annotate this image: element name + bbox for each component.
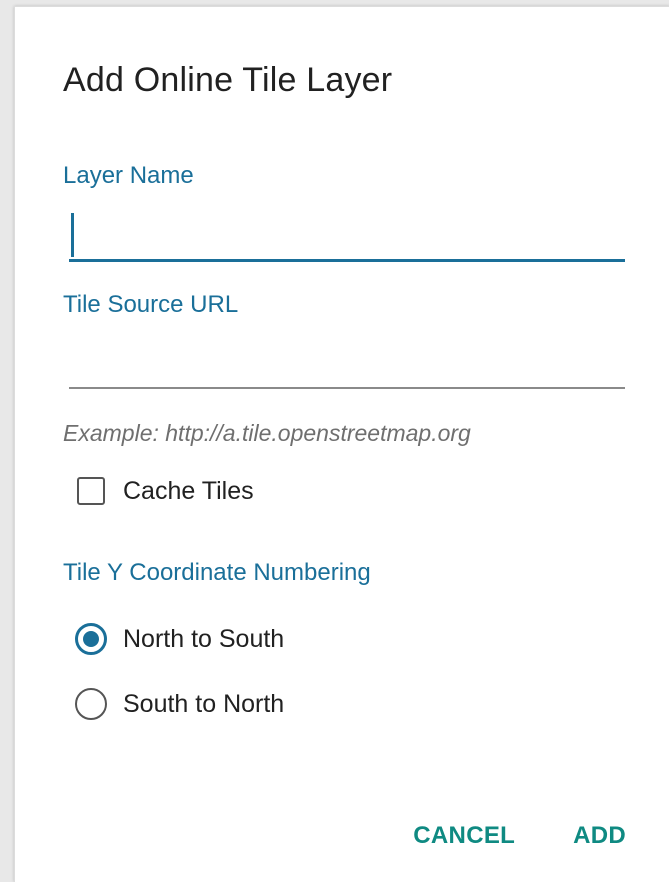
radio-north-to-south[interactable]: North to South (75, 619, 284, 659)
radio-selected-icon[interactable] (75, 623, 107, 655)
tile-source-url-input[interactable] (69, 343, 625, 389)
cache-tiles-checkbox[interactable]: Cache Tiles (77, 471, 254, 511)
radio-unselected-icon[interactable] (75, 688, 107, 720)
dialog-title: Add Online Tile Layer (63, 61, 393, 99)
radio-south-to-north[interactable]: South to North (75, 684, 284, 724)
radio-north-to-south-label: North to South (123, 624, 285, 653)
add-tile-layer-dialog: Add Online Tile Layer Layer Name Tile So… (14, 6, 669, 882)
add-button[interactable]: ADD (573, 822, 626, 850)
text-cursor (71, 213, 74, 257)
checkbox-unchecked-icon[interactable] (77, 477, 105, 505)
cache-tiles-label: Cache Tiles (123, 476, 254, 505)
coordinate-numbering-label: Tile Y Coordinate Numbering (63, 559, 371, 586)
radio-dot (83, 631, 99, 647)
layer-name-label: Layer Name (63, 162, 194, 189)
url-example-hint: Example: http://a.tile.openstreetmap.org (63, 420, 471, 446)
radio-south-to-north-label: South to North (123, 689, 285, 718)
layer-name-input[interactable] (69, 215, 625, 262)
cancel-button[interactable]: CANCEL (413, 822, 515, 850)
dialog-actions: CANCEL ADD (413, 822, 626, 850)
tile-source-url-label: Tile Source URL (63, 291, 239, 318)
